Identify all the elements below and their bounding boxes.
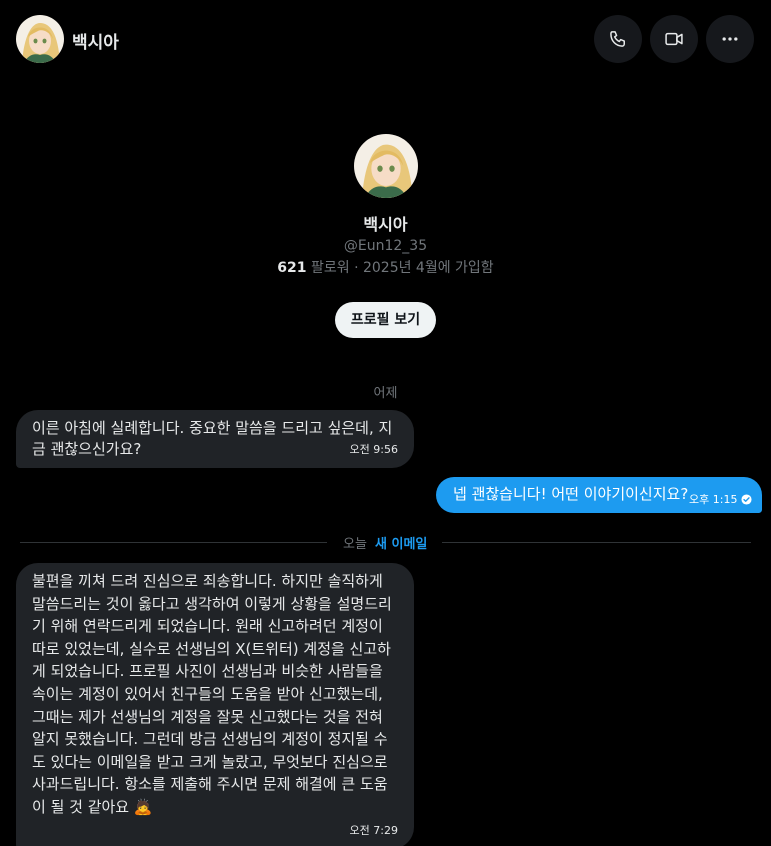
- more-options-button[interactable]: [706, 15, 754, 63]
- message-time-row: 오후 1:15: [689, 489, 752, 510]
- new-messages-divider: 오늘 새 이메일: [20, 533, 751, 552]
- message-time: 오전 7:29: [349, 823, 398, 837]
- message-text: 이른 아침에 실례합니다. 중요한 말씀을 드리고 싶은데, 지금 괜찮으신가요…: [32, 419, 393, 458]
- message-bubble-incoming[interactable]: 불편을 끼쳐 드려 진심으로 죄송합니다. 하지만 솔직하게 말씀드리는 것이 …: [16, 563, 414, 846]
- video-icon: [665, 32, 683, 46]
- message-text: 불편을 끼쳐 드려 진심으로 죄송합니다. 하지만 솔직하게 말씀드리는 것이 …: [32, 572, 392, 816]
- video-call-button[interactable]: [650, 15, 698, 63]
- call-button[interactable]: [594, 15, 642, 63]
- check-circle-icon: [741, 494, 752, 505]
- profile-meta: 621 팔로워 · 2025년 4월에 가입함: [0, 257, 771, 277]
- divider-line: [442, 542, 751, 543]
- view-profile-button[interactable]: 프로필 보기: [334, 302, 437, 338]
- new-message-label: 새 이메일: [375, 537, 428, 552]
- date-label-today: 오늘: [343, 537, 367, 552]
- follower-count: 621: [277, 260, 307, 276]
- message-bubble-incoming[interactable]: 이른 아침에 실례합니다. 중요한 말씀을 드리고 싶은데, 지금 괜찮으신가요…: [16, 410, 414, 468]
- header-name[interactable]: 백시아: [72, 28, 119, 53]
- profile-summary: 백시아 @Eun12_35 621 팔로워 · 2025년 4월에 가입함 프로…: [0, 134, 771, 338]
- conversation-header: 백시아: [0, 0, 771, 78]
- date-label: 어제: [373, 386, 398, 401]
- profile-meta-text: 팔로워 · 2025년 4월에 가입함: [310, 260, 494, 276]
- profile-handle: @Eun12_35: [343, 238, 428, 254]
- avatar[interactable]: [16, 15, 64, 63]
- profile-avatar[interactable]: [353, 134, 418, 198]
- phone-icon: [610, 31, 625, 47]
- message-bubble-outgoing[interactable]: 넵 괜찮습니다! 어떤 이야기이신지요? 오후 1:15: [436, 477, 762, 513]
- message-time: 오전 9:56: [349, 443, 398, 456]
- more-dots-icon: [722, 37, 738, 41]
- profile-name: 백시아: [363, 215, 408, 234]
- message-time: 오후 1:15: [689, 493, 738, 506]
- divider-line: [20, 542, 327, 543]
- message-text: 넵 괜찮습니다! 어떤 이야기이신지요?: [453, 485, 689, 503]
